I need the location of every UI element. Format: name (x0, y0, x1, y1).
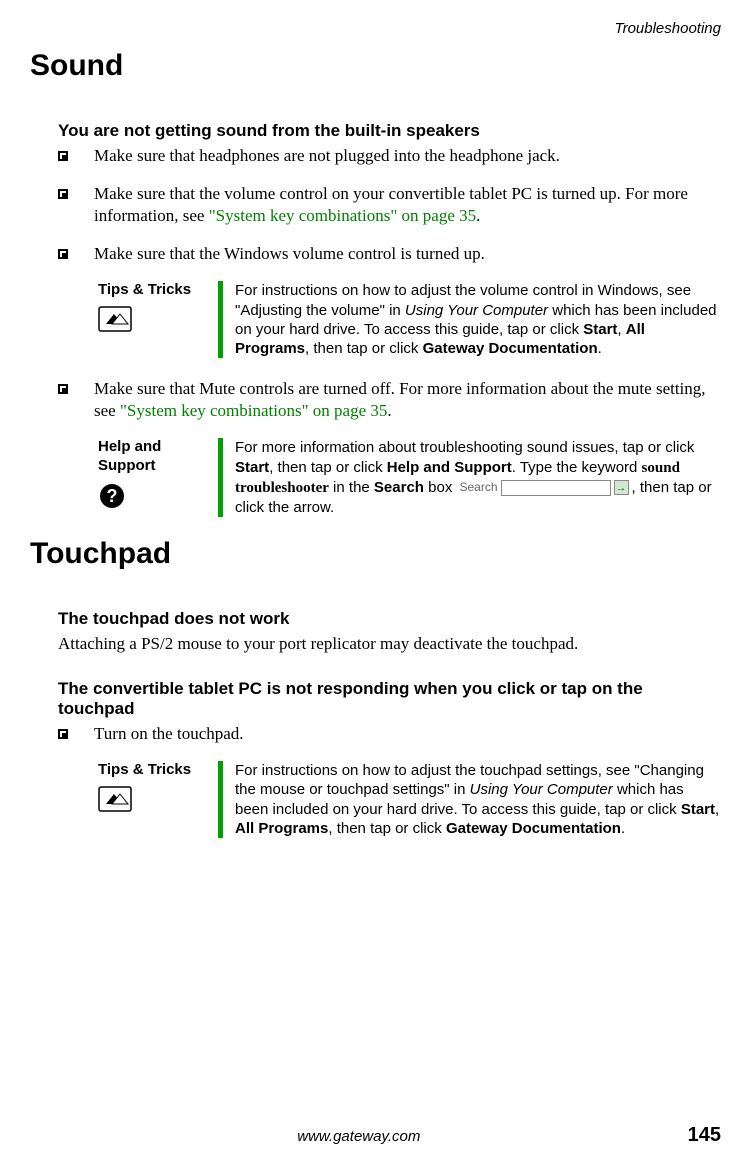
bullet-text: Turn on the touchpad. (94, 723, 721, 745)
tips-arrow-icon (98, 786, 218, 812)
tips-callout: Tips & Tricks For instructions on how to… (98, 281, 721, 358)
bullet-icon (58, 189, 68, 199)
bullet-text: Make sure that headphones are not plugge… (94, 145, 721, 167)
callout-label: Tips & Tricks (98, 281, 218, 358)
list-item: Make sure that headphones are not plugge… (58, 145, 721, 167)
search-input[interactable] (501, 480, 611, 496)
bullet-text: Make sure that Mute controls are turned … (94, 378, 721, 422)
bullet-text: Make sure that the volume control on you… (94, 183, 721, 227)
callout-body: For more information about troubleshooti… (235, 438, 721, 517)
body-text: Attaching a PS/2 mouse to your port repl… (58, 633, 721, 655)
callout-divider (218, 281, 223, 358)
section-heading-touchpad: Touchpad (30, 537, 721, 571)
problem-heading: You are not getting sound from the built… (58, 121, 721, 141)
callout-body: For instructions on how to adjust the to… (235, 761, 721, 838)
cross-reference-link[interactable]: "System key combinations" on page 35 (120, 401, 387, 420)
tips-callout: Tips & Tricks For instructions on how to… (98, 761, 721, 838)
section-heading-sound: Sound (30, 49, 721, 83)
list-item: Make sure that the Windows volume contro… (58, 243, 721, 265)
bullet-icon (58, 151, 68, 161)
help-callout: Help and Support ? For more information … (98, 438, 721, 517)
bullet-icon (58, 249, 68, 259)
breadcrumb: Troubleshooting (30, 20, 721, 37)
search-widget: Search → (460, 480, 629, 496)
search-label: Search (460, 480, 498, 495)
footer-url: www.gateway.com (30, 1128, 688, 1145)
help-question-icon: ? (98, 482, 218, 510)
problem-heading: The convertible tablet PC is not respond… (58, 679, 721, 719)
callout-divider (218, 438, 223, 517)
bullet-icon (58, 729, 68, 739)
problem-heading: The touchpad does not work (58, 609, 721, 629)
tips-arrow-icon (98, 306, 218, 332)
list-item: Make sure that the volume control on you… (58, 183, 721, 227)
page-footer: www.gateway.com 145 (30, 1124, 721, 1147)
list-item: Make sure that Mute controls are turned … (58, 378, 721, 422)
bullet-icon (58, 384, 68, 394)
svg-text:?: ? (107, 486, 118, 506)
list-item: Turn on the touchpad. (58, 723, 721, 745)
callout-label: Tips & Tricks (98, 761, 218, 838)
callout-label: Help and Support ? (98, 438, 218, 517)
cross-reference-link[interactable]: "System key combinations" on page 35 (209, 206, 476, 225)
callout-body: For instructions on how to adjust the vo… (235, 281, 721, 358)
callout-divider (218, 761, 223, 838)
bullet-text: Make sure that the Windows volume contro… (94, 243, 721, 265)
search-arrow-icon[interactable]: → (614, 480, 629, 495)
page-number: 145 (688, 1124, 721, 1147)
